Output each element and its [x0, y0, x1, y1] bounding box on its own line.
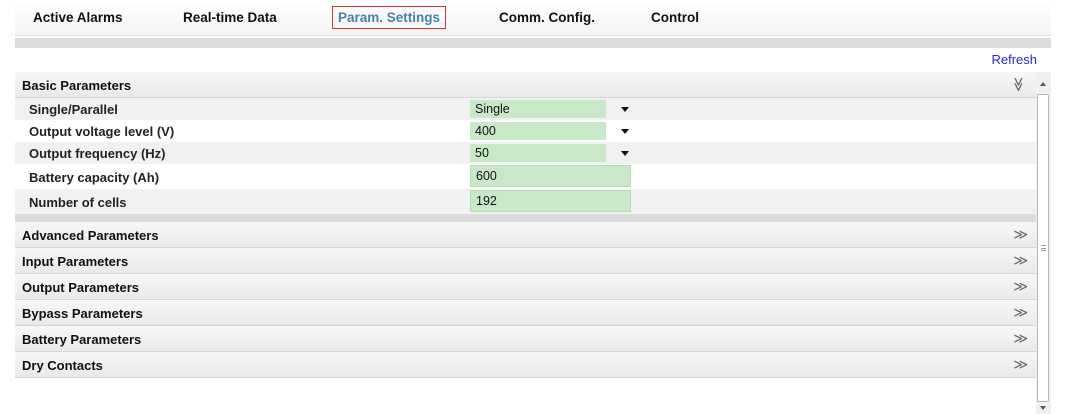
- section-title: Battery Parameters: [22, 332, 142, 347]
- chevron-right-icon[interactable]: ≫: [1013, 304, 1028, 321]
- single-parallel-select[interactable]: Single: [470, 100, 635, 118]
- param-label: Output frequency (Hz): [29, 146, 166, 161]
- parameter-panel: Basic Parameters ≫ Single/Parallel Singl…: [15, 72, 1036, 414]
- section-title: Bypass Parameters: [22, 306, 143, 321]
- grip-icon: [1041, 245, 1046, 251]
- tab-real-time-data[interactable]: Real-time Data: [183, 10, 277, 25]
- section-dry-contacts[interactable]: Dry Contacts ≫: [15, 352, 1036, 378]
- param-label: Single/Parallel: [29, 102, 118, 117]
- section-basic-parameters[interactable]: Basic Parameters ≫: [15, 72, 1036, 98]
- chevron-right-icon[interactable]: ≫: [1013, 356, 1028, 373]
- section-input-parameters[interactable]: Input Parameters ≫: [15, 248, 1036, 274]
- chevron-right-icon[interactable]: ≫: [1013, 226, 1028, 243]
- scroll-down-arrow-icon[interactable]: [1040, 406, 1046, 410]
- select-value: 400: [470, 122, 606, 140]
- chevron-right-icon[interactable]: ≫: [1013, 278, 1028, 295]
- chevron-right-icon[interactable]: ≫: [1013, 252, 1028, 269]
- tab-bar: Active Alarms Real-time Data Param. Sett…: [15, 0, 1051, 36]
- dropdown-arrow-icon[interactable]: [621, 151, 629, 156]
- scrollbar-thumb[interactable]: [1037, 94, 1049, 402]
- select-value: Single: [470, 100, 606, 118]
- section-battery-parameters[interactable]: Battery Parameters ≫: [15, 326, 1036, 352]
- param-label: Output voltage level (V): [29, 124, 175, 139]
- section-title: Dry Contacts: [22, 358, 103, 373]
- battery-capacity-field[interactable]: 600: [470, 165, 631, 187]
- tab-control[interactable]: Control: [651, 10, 699, 25]
- number-of-cells-field[interactable]: 192: [470, 190, 631, 212]
- section-advanced-parameters[interactable]: Advanced Parameters ≫: [15, 222, 1036, 248]
- tab-comm-config[interactable]: Comm. Config.: [499, 10, 595, 25]
- section-bypass-parameters[interactable]: Bypass Parameters ≫: [15, 300, 1036, 326]
- section-output-parameters[interactable]: Output Parameters ≫: [15, 274, 1036, 300]
- param-row-number-of-cells: Number of cells 192: [15, 189, 1036, 214]
- param-row-output-frequency: Output frequency (Hz) 50: [15, 142, 1036, 164]
- param-row-single-parallel: Single/Parallel Single: [15, 98, 1036, 120]
- tab-param-settings[interactable]: Param. Settings: [332, 6, 447, 29]
- section-separator: [15, 214, 1036, 222]
- refresh-link[interactable]: Refresh: [991, 52, 1037, 67]
- tab-active-alarms[interactable]: Active Alarms: [33, 10, 123, 25]
- output-frequency-select[interactable]: 50: [470, 144, 635, 162]
- dropdown-arrow-icon[interactable]: [621, 107, 629, 112]
- scroll-up-arrow-icon[interactable]: [1040, 82, 1046, 86]
- header-band: [15, 38, 1051, 48]
- chevron-right-icon[interactable]: ≫: [1013, 330, 1028, 347]
- param-label: Number of cells: [29, 195, 127, 210]
- output-voltage-select[interactable]: 400: [470, 122, 635, 140]
- section-title: Output Parameters: [22, 280, 140, 295]
- section-title: Input Parameters: [22, 254, 129, 269]
- toolbar: Refresh: [15, 48, 1051, 72]
- section-title: Basic Parameters: [22, 78, 132, 93]
- section-title: Advanced Parameters: [22, 228, 159, 243]
- vertical-scrollbar[interactable]: [1036, 72, 1051, 414]
- chevron-down-icon[interactable]: ≫: [1010, 77, 1027, 92]
- active-tab-pointer: [392, 37, 404, 43]
- select-value: 50: [470, 144, 606, 162]
- dropdown-arrow-icon[interactable]: [621, 129, 629, 134]
- param-label: Battery capacity (Ah): [29, 170, 160, 185]
- param-row-output-voltage: Output voltage level (V) 400: [15, 120, 1036, 142]
- param-row-battery-capacity: Battery capacity (Ah) 600: [15, 164, 1036, 189]
